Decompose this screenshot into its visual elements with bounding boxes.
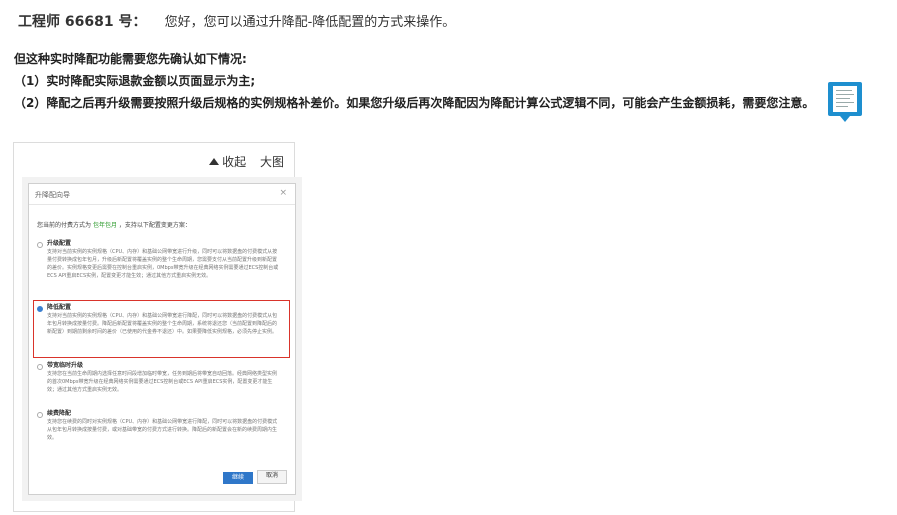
radio-upgrade[interactable] <box>37 242 43 248</box>
note-lead: 但这种实时降配功能需要您先确认如下情况: <box>14 52 247 66</box>
option-upgrade-desc: 支持对当前实例的实例规格（CPU、内存）和基础公网带宽进行升级，同时可以将数据盘… <box>47 249 279 279</box>
highlight-box <box>33 300 290 358</box>
radio-temp-bandwidth[interactable] <box>37 364 43 370</box>
collapse-label: 收起 <box>222 155 247 169</box>
image-panel: 收起 大图 升降配向导 × 您当前的付费方式为 包年包月 ，支持以下配置变更方案… <box>13 142 296 512</box>
option-temp-bandwidth-title: 带宽临时升级 <box>47 362 84 369</box>
option-upgrade[interactable]: 升级配置 支持对当前实例的实例规格（CPU、内存）和基础公网带宽进行升级，同时可… <box>37 240 281 280</box>
intro-prefix: 您当前的付费方式为 <box>37 222 92 229</box>
document-icon[interactable] <box>828 82 862 122</box>
cancel-button[interactable]: 取消 <box>257 470 287 484</box>
document-icon-pointer <box>840 116 850 122</box>
continue-button[interactable]: 继续 <box>223 472 253 484</box>
note-item-1: （1）实时降配实际退款金额以页面显示为主; <box>14 74 256 88</box>
option-renew-downgrade-title: 续费降配 <box>47 410 72 417</box>
collapse-button[interactable]: 收起 <box>199 155 246 169</box>
dialog-divider <box>29 204 295 205</box>
collapse-icon <box>209 158 220 165</box>
option-renew-downgrade[interactable]: 续费降配 支持您在续费的同时对实例规格（CPU、内存）和基础公网带宽进行降配，同… <box>37 410 281 442</box>
radio-renew-downgrade[interactable] <box>37 412 43 418</box>
note-item-2: （2）降配之后再升级需要按照升级后规格的实例规格补差价。如果您升级后再次降配因为… <box>14 96 815 110</box>
option-upgrade-title: 升级配置 <box>47 240 72 247</box>
note-block: 但这种实时降配功能需要您先确认如下情况: （1）实时降配实际退款金额以页面显示为… <box>14 48 814 114</box>
reply-message: 您好，您可以通过升降配-降低配置的方式来操作。 <box>164 15 456 30</box>
dialog-intro: 您当前的付费方式为 包年包月 ，支持以下配置变更方案： <box>37 220 191 229</box>
intro-suffix: ，支持以下配置变更方案： <box>118 222 191 229</box>
reply-header: 工程师 66681 号： 您好，您可以通过升降配-降低配置的方式来操作。 <box>18 11 455 31</box>
panel-toolbar: 收起 大图 <box>189 153 284 170</box>
option-temp-bandwidth-desc: 支持您在当前生命周期内选择任意时间段增加临时带宽，任务到期后将带宽自动回落。经典… <box>47 371 278 393</box>
intro-plan: 包年包月 <box>92 222 117 229</box>
engineer-name: 工程师 66681 号： <box>18 14 147 30</box>
option-renew-downgrade-desc: 支持您在续费的同时对实例规格（CPU、内存）和基础公网带宽进行降配，同时可以将数… <box>47 419 278 441</box>
close-icon[interactable]: × <box>279 188 287 198</box>
enlarge-button[interactable]: 大图 <box>260 155 284 169</box>
option-temp-bandwidth[interactable]: 带宽临时升级 支持您在当前生命周期内选择任意时间段增加临时带宽，任务到期后将带宽… <box>37 362 281 394</box>
resize-wizard-dialog: 升降配向导 × 您当前的付费方式为 包年包月 ，支持以下配置变更方案： 升级配置… <box>28 183 296 495</box>
dialog-title: 升降配向导 <box>35 191 70 199</box>
document-paper <box>833 86 857 112</box>
